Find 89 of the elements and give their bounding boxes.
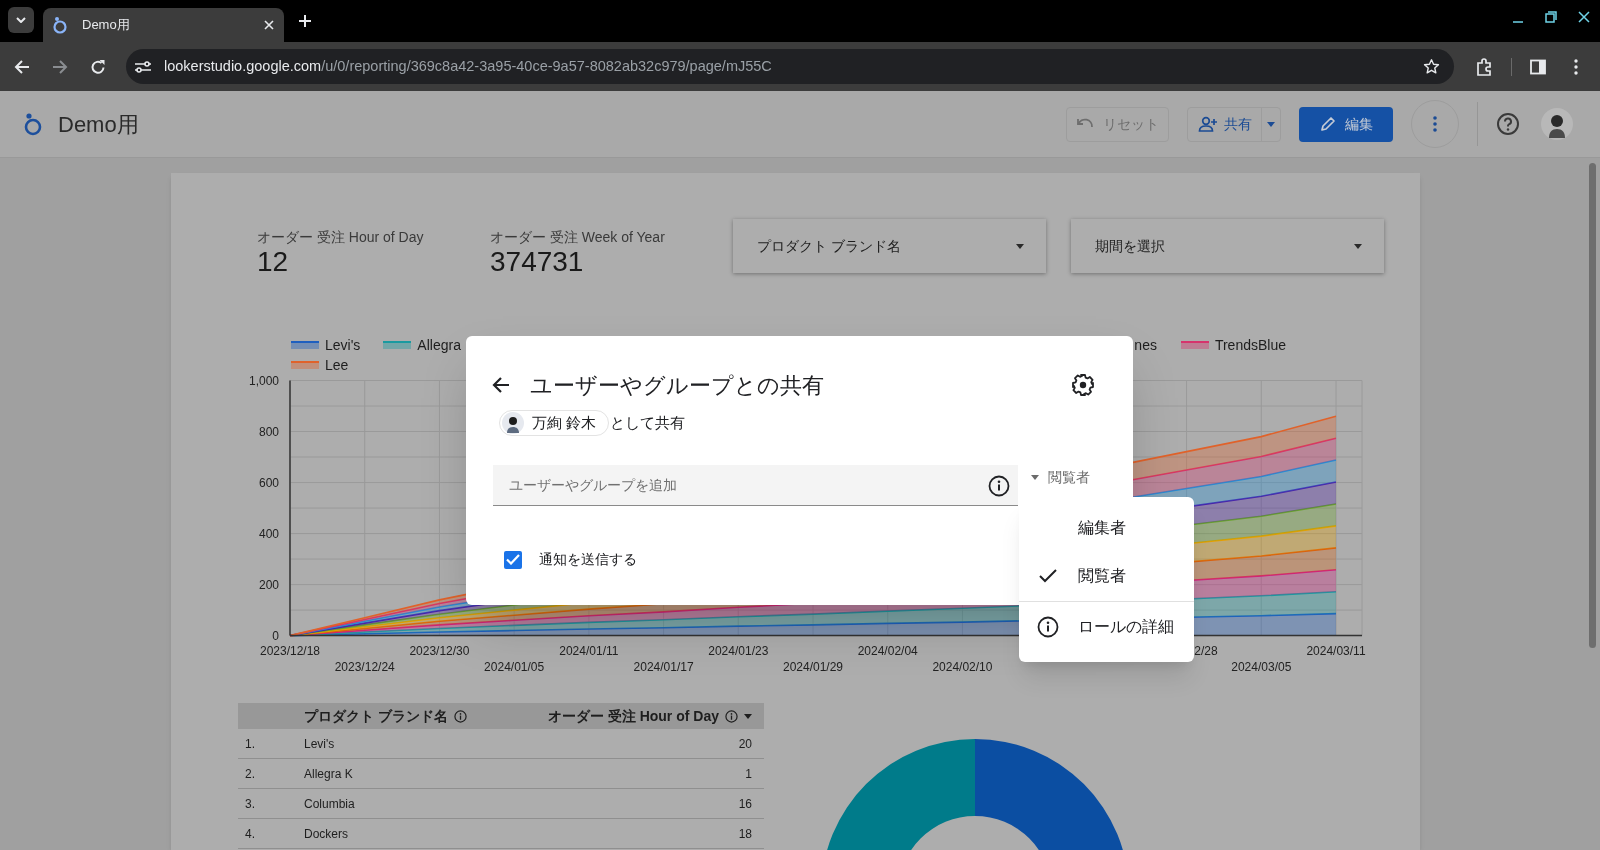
axis-label: 2024/03/11 xyxy=(1306,644,1366,658)
pencil-icon xyxy=(1319,116,1336,132)
caret-icon xyxy=(1267,121,1275,127)
table-cell-text: Levi's xyxy=(304,735,336,753)
dialog-title: ユーザーやグループとの共有 xyxy=(530,371,825,400)
column-header[interactable]: プロダクト ブランド名 xyxy=(304,705,548,727)
caret-icon xyxy=(1016,243,1024,249)
report-title: Demo用 xyxy=(58,110,139,139)
table-cell-text: Allegra K xyxy=(304,765,354,783)
axis-label: 200 xyxy=(258,577,279,592)
app-logo-icon xyxy=(23,112,43,136)
axis-label: 2024/02/04 xyxy=(857,644,918,658)
legend-label: TrendsBlue xyxy=(1214,335,1286,355)
chevron-down-icon xyxy=(16,17,26,23)
axis-label: 2024/01/29 xyxy=(782,660,844,674)
undo-icon xyxy=(1076,118,1094,130)
check-icon xyxy=(1039,569,1057,583)
person-add-icon xyxy=(1197,116,1218,132)
axis-label: 2023/12/30 xyxy=(409,644,470,658)
axis-label: 2024/01/23 xyxy=(708,644,769,658)
legend-label: Levi's xyxy=(325,335,361,355)
info-icon[interactable] xyxy=(725,709,738,723)
puzzle-icon[interactable] xyxy=(1476,57,1494,76)
table-cell-text: Dockers xyxy=(304,825,349,843)
back-arrow-icon[interactable] xyxy=(491,375,511,395)
axis-label: 2024/01/05 xyxy=(484,660,545,674)
tune-icon[interactable] xyxy=(134,59,152,74)
edit-button[interactable]: 編集 xyxy=(1299,106,1393,142)
scorecard-label: オーダー 受注 Week of Year xyxy=(490,228,666,246)
avatar-icon xyxy=(502,412,524,434)
scorecard-value: 12 xyxy=(257,246,290,278)
scorecard-value: 374731 xyxy=(490,246,585,278)
table-cell-text: Columbia xyxy=(304,795,356,813)
legend-label: Lee xyxy=(325,355,349,375)
filter-dropdown[interactable]: プロダクト ブランド名 xyxy=(733,219,1046,273)
axis-label: 0 xyxy=(272,628,279,643)
star-icon[interactable] xyxy=(1423,58,1440,75)
info-icon[interactable] xyxy=(453,709,467,723)
axis-label: 2/28 xyxy=(1194,644,1218,658)
axis-label: 600 xyxy=(258,475,279,490)
notify-label: 通知を送信する xyxy=(539,550,637,569)
side-panel-icon[interactable] xyxy=(1530,58,1546,75)
axis-label: 800 xyxy=(258,424,279,439)
role-dropdown[interactable]: 閲覧者 xyxy=(1031,467,1090,488)
new-tab-icon[interactable] xyxy=(299,15,311,27)
table-cell-text: 18 xyxy=(738,825,752,843)
menu-item[interactable]: 編集者 xyxy=(1019,504,1194,552)
address-bar[interactable]: lookerstudio.google.com/u/0/reporting/369c8a42-3a95-40ce-9a57-8082ab32c979/page/mJ55C xyxy=(126,49,1454,84)
tab-title: Demo用 xyxy=(82,16,131,35)
legend-label: nes xyxy=(1134,335,1157,355)
axis-label: 2023/12/18 xyxy=(259,644,321,658)
help-icon[interactable] xyxy=(1496,112,1520,136)
add-people-field[interactable]: ユーザーやグループを追加 xyxy=(493,465,1018,506)
menu-item[interactable]: 閲覧者 xyxy=(1019,552,1194,600)
url-text: lookerstudio.google.com/u/0/reporting/369c8a42-3a95-40ce-9a57-8082ab32c979/page/mJ55C xyxy=(164,56,773,76)
table-cell-text: 1 xyxy=(745,765,752,783)
axis-label: 2024/02/10 xyxy=(932,660,993,674)
app-logo-icon xyxy=(52,16,68,34)
tab-list-button[interactable] xyxy=(8,7,34,33)
caret-icon xyxy=(1031,475,1039,480)
more-icon[interactable] xyxy=(1574,58,1578,75)
axis-label: 2023/12/24 xyxy=(334,660,395,674)
settings-icon[interactable] xyxy=(1071,373,1095,397)
info-icon xyxy=(1037,616,1059,638)
axis-label: 2024/01/11 xyxy=(559,644,619,658)
sort-caret-icon xyxy=(744,713,752,719)
avatar-icon[interactable] xyxy=(1541,108,1573,140)
axis-label: 1,000 xyxy=(248,375,279,388)
axis-label: 2024/03/05 xyxy=(1231,660,1292,674)
browser-tab[interactable]: Demo用 xyxy=(43,8,284,42)
more-icon xyxy=(1433,116,1437,132)
notify-checkbox[interactable] xyxy=(504,550,522,569)
menu-item[interactable]: ロールの詳細 xyxy=(1019,603,1194,651)
reload-icon[interactable] xyxy=(90,58,106,75)
legend-label: Allegra xyxy=(417,335,461,355)
scrollbar-thumb[interactable] xyxy=(1589,163,1596,648)
column-header[interactable]: オーダー 受注 Hour of Day xyxy=(547,705,752,727)
table-cell-text: 20 xyxy=(738,735,752,753)
scorecard-label: オーダー 受注 Hour of Day xyxy=(257,228,425,246)
caret-icon xyxy=(1354,243,1362,249)
axis-label: 2024/01/17 xyxy=(633,660,694,674)
back-icon[interactable] xyxy=(14,58,30,75)
info-icon[interactable] xyxy=(988,475,1010,497)
axis-label: 400 xyxy=(258,526,279,541)
restore-icon[interactable] xyxy=(1545,11,1557,23)
sharing-as-text: として共有 xyxy=(610,412,686,433)
close-icon[interactable] xyxy=(1578,11,1590,23)
table-cell-text: 16 xyxy=(738,795,752,813)
filter-dropdown[interactable]: 期間を選択 xyxy=(1071,219,1384,273)
